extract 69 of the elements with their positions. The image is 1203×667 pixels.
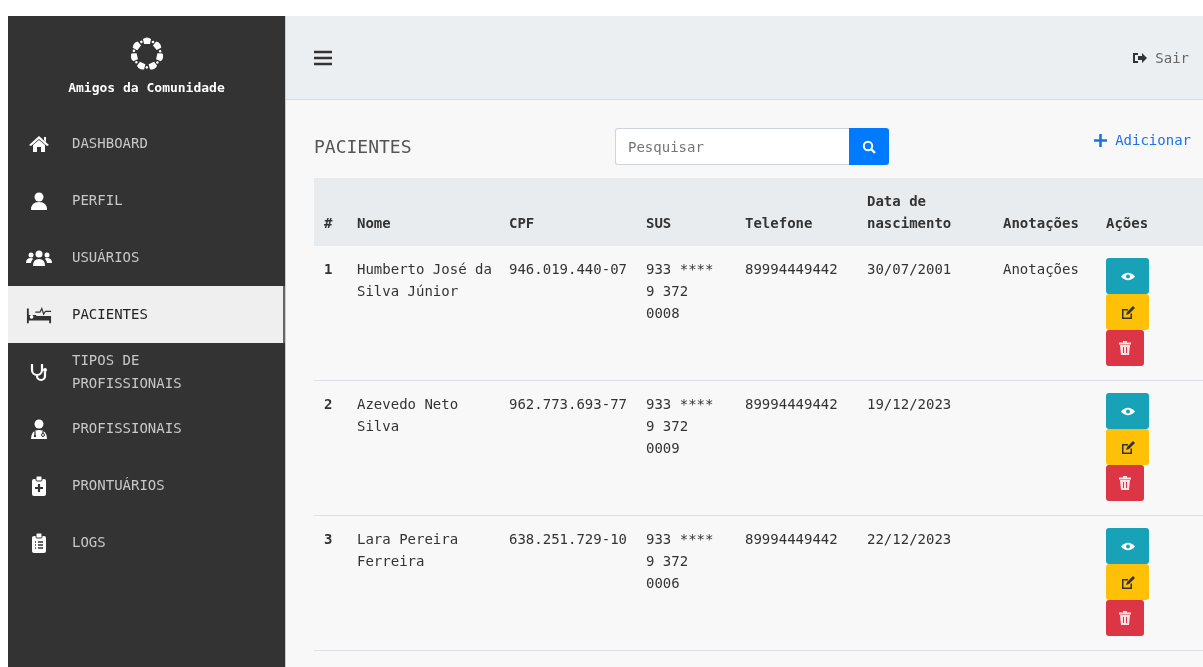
edit-icon — [1120, 575, 1135, 589]
row-number: 3 — [324, 531, 333, 547]
birth-date-cell: 22/12/2023 — [867, 531, 952, 547]
row-number: 2 — [324, 396, 333, 412]
column-header: Ações — [1096, 178, 1203, 246]
birth-date-cell: 19/12/2023 — [867, 396, 952, 412]
phone-cell: 89994449442 — [745, 396, 838, 412]
sus-cell: 933 **** 9 372 0006 — [646, 531, 714, 591]
eye-icon — [1120, 406, 1135, 416]
trash-icon — [1119, 611, 1131, 625]
search-icon — [862, 139, 876, 154]
notes-cell: Anotações — [1003, 261, 1079, 277]
column-header: SUS — [636, 178, 735, 246]
row-number: 1 — [324, 261, 333, 277]
users-icon — [26, 249, 52, 266]
plus-icon — [1094, 133, 1108, 147]
edit-icon — [1120, 440, 1135, 454]
sidebar-item[interactable]: PRONTUÁRIOS — [8, 457, 285, 514]
phone-cell: 89994449442 — [745, 261, 838, 277]
patient-name: Humberto José da Silva Júnior — [357, 261, 492, 299]
eye-icon — [1120, 271, 1135, 281]
column-header: CPF — [499, 178, 636, 246]
edit-icon — [1120, 305, 1135, 319]
column-header: Nome — [347, 178, 499, 246]
patient-name: Lara Pereira Ferreira — [357, 531, 459, 569]
logout-link[interactable]: Sair — [1133, 49, 1189, 66]
sidebar-item[interactable]: PERFIL — [8, 172, 285, 229]
column-header: Anotações — [993, 178, 1096, 246]
logo-icon — [130, 36, 163, 72]
eye-icon — [1120, 541, 1135, 551]
bed-icon — [26, 305, 52, 324]
search-button[interactable] — [849, 128, 889, 165]
stethoscope-icon — [29, 361, 49, 382]
edit-button[interactable] — [1106, 294, 1149, 330]
phone-cell: 89994449442 — [745, 531, 838, 547]
edit-button[interactable] — [1106, 564, 1149, 600]
delete-button[interactable] — [1106, 330, 1144, 366]
sidebar-item[interactable]: USUÁRIOS — [8, 229, 285, 286]
search-field[interactable]: Pesquisar — [615, 128, 849, 165]
cpf-cell: 638.251.729-10 — [509, 531, 627, 547]
cpf-cell: 962.773.693-77 — [509, 396, 627, 412]
brand-name: Amigos da Comunidade — [68, 80, 225, 95]
delete-button[interactable] — [1106, 465, 1144, 501]
clipboard-plus-icon — [31, 475, 47, 496]
user-icon — [30, 191, 48, 210]
sidebar-item[interactable]: PACIENTES — [8, 286, 285, 343]
column-header: Telefone — [735, 178, 857, 246]
menu-icon[interactable] — [314, 49, 332, 66]
sidebar-item[interactable]: LOGS — [8, 514, 285, 571]
edit-button[interactable] — [1106, 429, 1149, 465]
column-header: # — [314, 178, 347, 246]
patient-name: Azevedo Neto Silva — [357, 396, 459, 434]
trash-icon — [1119, 341, 1131, 355]
logout-icon — [1133, 51, 1148, 64]
page-title: PACIENTES — [314, 136, 413, 157]
column-header: Data de nascimento — [857, 178, 993, 246]
sus-cell: 933 **** 9 372 0008 — [646, 261, 714, 321]
sidebar-item[interactable]: TIPOS DE PROFISSIONAIS — [8, 343, 285, 400]
birth-date-cell: 30/07/2001 — [867, 261, 952, 277]
trash-icon — [1119, 476, 1131, 490]
delete-button[interactable] — [1106, 600, 1144, 636]
cpf-cell: 946.019.440-07 — [509, 261, 627, 277]
clipboard-list-icon — [31, 532, 47, 553]
sidebar-item[interactable]: PROFISSIONAIS — [8, 400, 285, 457]
sus-cell: 933 **** 9 372 0009 — [646, 396, 714, 456]
sidebar-item[interactable]: DASHBOARD — [8, 115, 285, 172]
doctor-icon — [30, 418, 48, 439]
add-link[interactable]: Adicionar — [1094, 132, 1191, 148]
home-icon — [28, 134, 50, 153]
